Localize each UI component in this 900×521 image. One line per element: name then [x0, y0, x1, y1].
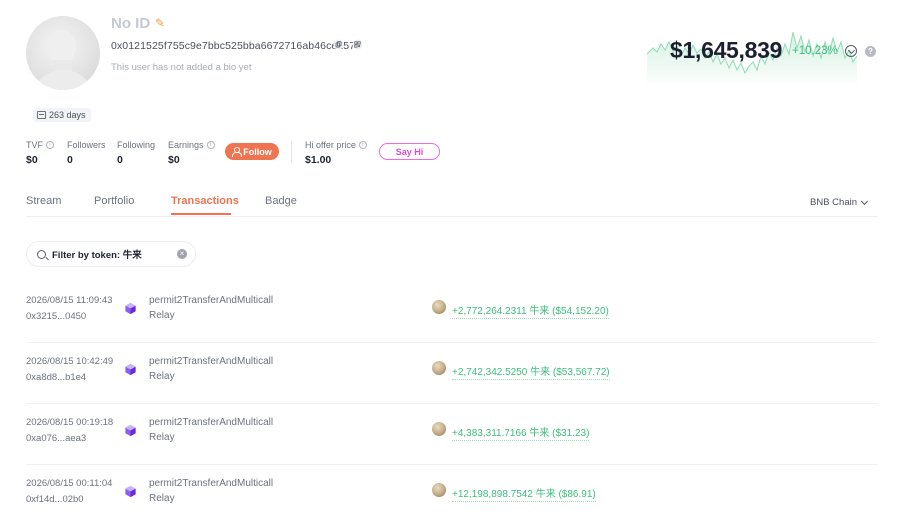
say-hi-button[interactable]: Say Hi — [379, 143, 440, 160]
chain-select[interactable]: BNB Chain — [810, 197, 869, 208]
transaction-amount[interactable]: +2,742,342.5250 牛来 ($53,567.72) — [452, 363, 610, 380]
transaction-method: permit2TransferAndMulticall — [149, 478, 274, 489]
transaction-row[interactable]: 2026/08/15 10:42:49 0xa8d8...b1e4 permit… — [26, 344, 878, 404]
cube-icon — [125, 485, 136, 498]
transaction-method: permit2TransferAndMulticall — [149, 417, 274, 428]
avatar — [26, 16, 100, 90]
stat-hi-offer-price: Hi offer price i $1.00 — [305, 140, 367, 166]
token-icon — [432, 483, 446, 497]
account-age-badge: 263 days — [33, 108, 91, 122]
stat-following[interactable]: Following 0 — [117, 140, 155, 166]
stats-divider — [291, 141, 292, 162]
transaction-app: Relay — [149, 371, 175, 382]
transaction-hash[interactable]: 0xa076...aea3 — [26, 433, 86, 444]
transaction-hash[interactable]: 0xf14d...02b0 — [26, 494, 84, 505]
stat-earnings-value: $0 — [168, 154, 180, 166]
stat-tvf: TVF i $0 — [26, 140, 54, 166]
token-filter[interactable]: Filter by token: 牛来 × — [26, 241, 196, 267]
stat-following-value: 0 — [117, 154, 123, 166]
follow-button[interactable]: Follow — [225, 143, 279, 160]
active-tab-indicator — [171, 213, 231, 215]
edit-icon[interactable]: ✎ — [155, 16, 165, 30]
help-icon[interactable]: ? — [865, 46, 876, 57]
transaction-time: 2026/08/15 00:11:04 — [26, 478, 113, 489]
calendar-icon — [37, 111, 46, 119]
wallet-address: 0x0121525f755c9e7bbc525bba6672716ab46ced… — [111, 40, 356, 52]
clear-filter-icon[interactable]: × — [177, 249, 187, 259]
search-icon — [37, 249, 46, 259]
info-icon[interactable]: i — [358, 141, 367, 149]
stat-tvf-value: $0 — [26, 154, 38, 166]
stat-followers-value: 0 — [67, 154, 73, 166]
qr-code-icon[interactable] — [352, 39, 363, 50]
token-icon — [432, 300, 446, 314]
info-icon[interactable]: i — [206, 141, 215, 149]
transaction-method: permit2TransferAndMulticall — [149, 356, 274, 367]
profile-bio: This user has not added a bio yet — [111, 62, 252, 73]
stat-hi-offer-label: Hi offer price — [305, 140, 356, 150]
stat-followers[interactable]: Followers 0 — [67, 140, 106, 166]
transaction-app: Relay — [149, 493, 175, 504]
stat-following-label: Following — [117, 140, 156, 150]
chevron-down-icon[interactable] — [845, 45, 857, 57]
transaction-time: 2026/08/15 11:09:43 — [26, 295, 113, 306]
profile-name: No ID — [111, 15, 151, 32]
stat-tvf-label: TVF — [26, 140, 43, 150]
person-add-icon — [232, 147, 243, 157]
token-icon — [432, 422, 446, 436]
token-filter-label: Filter by token: 牛来 — [52, 250, 142, 261]
cube-icon — [125, 363, 136, 376]
transaction-amount[interactable]: +12,198,898.7542 牛来 ($86.91) — [452, 485, 596, 502]
stat-earnings-label: Earnings — [168, 140, 204, 150]
cube-icon — [125, 302, 136, 315]
transaction-time: 2026/08/15 10:42:49 — [26, 356, 114, 367]
transaction-row[interactable]: 2026/08/15 11:09:43 0x3215...0450 permit… — [26, 283, 878, 343]
token-icon — [432, 361, 446, 375]
tab-portfolio[interactable]: Portfolio — [94, 195, 134, 207]
transaction-hash[interactable]: 0xa8d8...b1e4 — [26, 372, 86, 383]
tab-stream[interactable]: Stream — [26, 195, 61, 207]
stat-followers-label: Followers — [67, 140, 106, 150]
portfolio-value: $1,645,839 — [670, 37, 783, 63]
transaction-amount[interactable]: +2,772,264.2311 牛来 ($54,152.20) — [452, 302, 609, 319]
copy-icon[interactable] — [333, 39, 344, 50]
tabs-divider — [26, 216, 878, 217]
transaction-method: permit2TransferAndMulticall — [149, 295, 274, 306]
chain-select-label: BNB Chain — [810, 197, 857, 208]
info-icon[interactable]: i — [46, 141, 54, 149]
transaction-row[interactable]: 2026/08/15 00:19:18 0xa076...aea3 permit… — [26, 405, 878, 465]
portfolio-change: +10.23% — [792, 45, 838, 57]
stat-hi-offer-value: $1.00 — [305, 154, 332, 166]
transaction-app: Relay — [149, 310, 175, 321]
transaction-hash[interactable]: 0x3215...0450 — [26, 311, 86, 322]
tab-badge[interactable]: Badge — [265, 195, 297, 207]
follow-button-label: Follow — [243, 146, 272, 157]
tab-transactions[interactable]: Transactions — [171, 195, 239, 207]
chevron-down-icon — [860, 197, 869, 205]
transaction-row[interactable]: 2026/08/15 00:11:04 0xf14d...02b0 permit… — [26, 466, 878, 521]
transaction-time: 2026/08/15 00:19:18 — [26, 417, 114, 428]
account-age-label: 263 days — [49, 110, 86, 120]
transaction-amount[interactable]: +4,383,311.7166 牛来 ($31.23) — [452, 424, 590, 441]
transaction-app: Relay — [149, 432, 175, 443]
cube-icon — [125, 424, 136, 437]
stat-earnings: Earnings i $0 — [168, 140, 215, 166]
